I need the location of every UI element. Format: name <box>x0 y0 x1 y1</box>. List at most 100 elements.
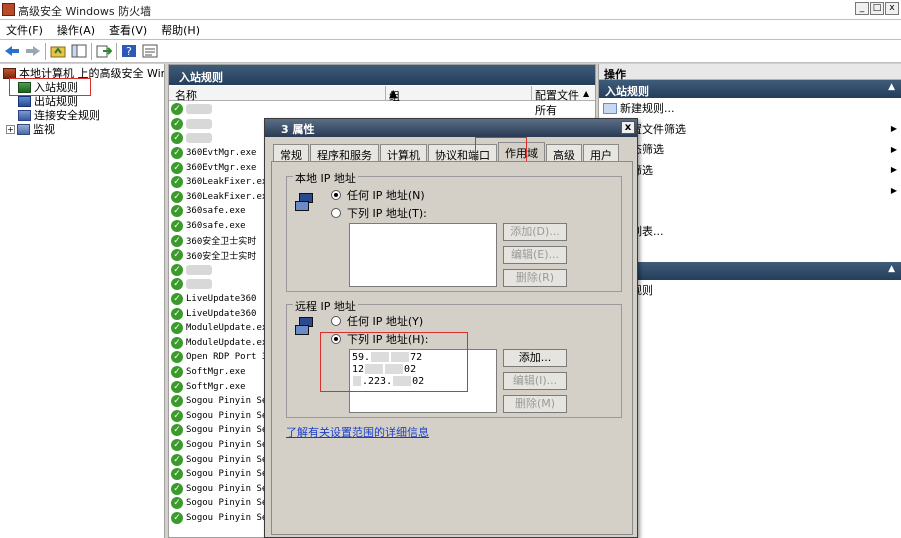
rule-name: Sogou Pinyin Se <box>186 396 268 407</box>
action-item[interactable]: 助 <box>599 383 901 404</box>
local-list-ip-radio[interactable]: 下列 IP 地址(T): <box>331 205 427 221</box>
column-name[interactable]: 名称 <box>175 87 197 103</box>
collapse-icon[interactable]: ▲ <box>888 82 895 92</box>
show-tree-icon[interactable] <box>70 43 88 60</box>
local-add-button[interactable]: 添加(D)... <box>503 223 567 241</box>
column-profile[interactable]: 配置文件 <box>535 87 579 103</box>
action-item[interactable]: 助 <box>599 242 901 263</box>
table-row[interactable]: ✓ Sogou Pinyin Se <box>171 452 271 467</box>
column-group[interactable]: 组 ▲ <box>389 87 400 103</box>
table-row[interactable]: ✓ LiveUpdate360 <box>171 292 271 307</box>
maximize-button[interactable]: □ <box>870 2 884 15</box>
action-item[interactable]: 新 <box>599 201 901 222</box>
menu-action[interactable]: 操作(A) <box>57 22 95 38</box>
local-edit-button[interactable]: 编辑(E)... <box>503 246 567 264</box>
action-item[interactable]: 看▶ <box>599 180 901 201</box>
table-row[interactable]: ✓ <box>171 131 271 146</box>
monitoring-icon <box>17 123 30 135</box>
tab-users[interactable]: 用户 <box>583 144 619 162</box>
local-delete-button[interactable]: 删除(R) <box>503 269 567 287</box>
tab-programs-services[interactable]: 程序和服务 <box>310 144 379 162</box>
enabled-check-icon: ✓ <box>171 482 183 495</box>
table-row[interactable]: ✓ 360安全卫士实时 <box>171 233 271 248</box>
menu-view[interactable]: 查看(V) <box>109 22 147 38</box>
rule-name: SoftMgr.exe <box>186 366 246 377</box>
table-row[interactable]: ✓ <box>171 102 271 117</box>
table-row[interactable]: ✓ 360safe.exe <box>171 204 271 219</box>
learn-more-link[interactable]: 了解有关设置范围的详细信息 <box>286 424 429 440</box>
collapse-icon[interactable]: ▲ <box>888 264 895 274</box>
menu-file[interactable]: 文件(F) <box>6 22 43 38</box>
table-row[interactable]: ✓ Sogou Pinyin Se <box>171 423 271 438</box>
tree-item-outbound-rules[interactable]: 出站规则 <box>18 94 78 108</box>
back-arrow-icon[interactable] <box>3 43 21 60</box>
action-item[interactable]: 新建规则... <box>599 98 901 119</box>
remote-any-ip-radio[interactable]: 任何 IP 地址(Y) <box>331 313 423 329</box>
export-icon[interactable] <box>95 43 113 60</box>
table-row[interactable]: ✓ ModuleUpdate.ex <box>171 321 271 336</box>
table-row[interactable]: ✓ LiveUpdate360 <box>171 306 271 321</box>
rule-name: 360LeakFixer.ex <box>186 191 268 202</box>
table-row[interactable]: ✓ SoftMgr.exe <box>171 365 271 380</box>
action-item[interactable]: 用规则 <box>599 280 901 301</box>
table-row[interactable]: ✓ Sogou Pinyin Se <box>171 496 271 511</box>
table-row[interactable]: ✓ Sogou Pinyin Se <box>171 481 271 496</box>
action-item[interactable]: 除 <box>599 342 901 363</box>
tab-advanced[interactable]: 高级 <box>546 144 582 162</box>
actions-section-selected[interactable]: ▲ <box>599 262 901 280</box>
actions-list-1: 新建规则... 配置文件筛选▶状态筛选▶组筛选▶看▶新出列表...助 <box>599 98 901 262</box>
action-item[interactable]: 切 <box>599 301 901 322</box>
table-row[interactable]: ✓ Open RDP Port 3 <box>171 350 271 365</box>
scroll-up-icon[interactable]: ▲ <box>583 89 589 98</box>
table-row[interactable]: ✓ <box>171 263 271 278</box>
rule-name: 360EvtMgr.exe <box>186 162 257 173</box>
help-icon[interactable]: ? <box>120 43 138 60</box>
action-item[interactable]: 制 <box>599 321 901 342</box>
table-row[interactable]: ✓ ModuleUpdate.ex <box>171 336 271 351</box>
table-row[interactable]: ✓ 360safe.exe <box>171 219 271 234</box>
submenu-arrow-icon: ▶ <box>890 124 897 134</box>
table-row[interactable]: ✓ 360EvtMgr.exe <box>171 160 271 175</box>
properties-dialog: 3 属性 x 常规 程序和服务 计算机 协议和端口 作用域 高级 用户 本地 I… <box>264 118 638 538</box>
tree-item-connection-security-rules[interactable]: 连接安全规则 <box>18 108 100 122</box>
remote-delete-button[interactable]: 删除(M) <box>503 395 567 413</box>
properties-icon[interactable] <box>141 43 159 60</box>
action-item[interactable]: 配置文件筛选 ▶ <box>599 119 901 140</box>
local-any-ip-radio[interactable]: 任何 IP 地址(N) <box>331 187 425 203</box>
table-row[interactable]: ✓ 360EvtMgr.exe <box>171 146 271 161</box>
table-row[interactable]: ✓ <box>171 117 271 132</box>
action-item[interactable]: 组筛选▶ <box>599 160 901 181</box>
table-row[interactable]: ✓ <box>171 277 271 292</box>
tree-item-monitoring[interactable]: + 监视 <box>6 122 55 136</box>
minimize-button[interactable]: _ <box>855 2 869 15</box>
table-row[interactable]: ✓ Sogou Pinyin Se <box>171 511 271 526</box>
table-row[interactable]: ✓ 360LeakFixer.ex <box>171 175 271 190</box>
enabled-check-icon: ✓ <box>171 365 183 378</box>
expand-icon[interactable]: + <box>6 124 15 134</box>
table-row[interactable]: ✓ Sogou Pinyin Se <box>171 408 271 423</box>
close-button[interactable]: x <box>885 2 899 15</box>
remote-edit-button[interactable]: 编辑(I)... <box>503 372 567 390</box>
forward-arrow-icon[interactable] <box>24 43 42 60</box>
table-row[interactable]: ✓ SoftMgr.exe <box>171 379 271 394</box>
rule-name: Sogou Pinyin Se <box>186 498 268 509</box>
action-item[interactable]: 性 <box>599 362 901 383</box>
enabled-check-icon: ✓ <box>171 161 183 174</box>
remote-ip-group-label: 远程 IP 地址 <box>293 298 358 314</box>
table-row[interactable]: ✓ Sogou Pinyin Se <box>171 438 271 453</box>
dialog-close-button[interactable]: x <box>621 121 635 134</box>
menu-help[interactable]: 帮助(H) <box>161 22 200 38</box>
tab-general[interactable]: 常规 <box>273 144 309 162</box>
action-item[interactable]: 状态筛选 ▶ <box>599 139 901 160</box>
table-row[interactable]: ✓ 360安全卫士实时 <box>171 248 271 263</box>
up-folder-icon[interactable] <box>49 43 67 60</box>
table-row[interactable]: ✓ Sogou Pinyin Se <box>171 394 271 409</box>
table-row[interactable]: ✓ Sogou Pinyin Se <box>171 467 271 482</box>
action-item[interactable]: 出列表... <box>599 221 901 242</box>
local-ip-listbox[interactable] <box>349 223 497 287</box>
enabled-check-icon: ✓ <box>171 117 183 130</box>
remote-add-button[interactable]: 添加... <box>503 349 567 367</box>
tab-computers[interactable]: 计算机 <box>380 144 427 162</box>
actions-section-inbound[interactable]: 入站规则 ▲ <box>599 80 901 98</box>
table-row[interactable]: ✓ 360LeakFixer.ex <box>171 190 271 205</box>
